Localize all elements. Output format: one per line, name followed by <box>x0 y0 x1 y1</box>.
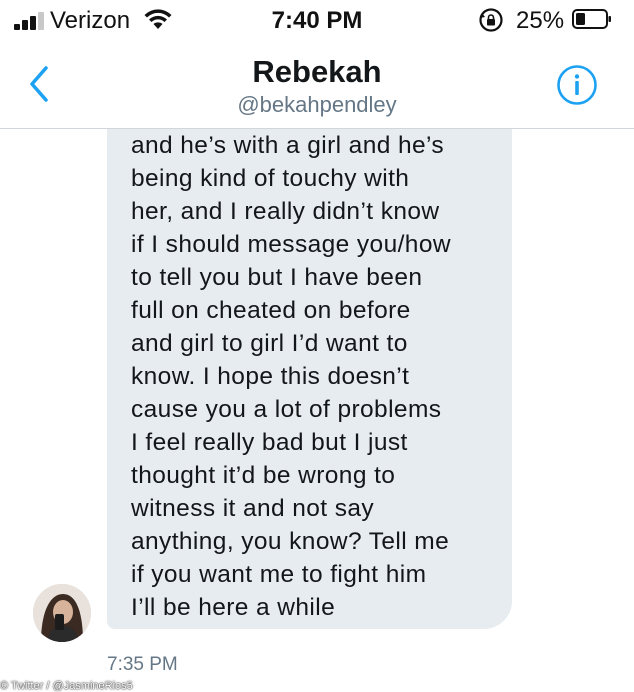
battery-icon <box>572 9 611 29</box>
message-thread[interactable]: and he’s with a girl and he’s being kind… <box>0 129 634 692</box>
message-timestamp: 7:35 PM <box>107 654 178 675</box>
contact-name[interactable]: Rebekah <box>0 54 634 90</box>
image-credit: © Twitter / @JasmineRios5 <box>0 680 133 692</box>
rotation-lock-icon <box>479 8 503 32</box>
message-text: and he’s with a girl and he’s being kind… <box>131 132 451 621</box>
battery-percent: 25% <box>516 7 565 34</box>
status-bar: Verizon 7:40 PM 25% <box>0 0 634 40</box>
contact-handle[interactable]: @bekahpendley <box>0 92 634 118</box>
info-icon[interactable] <box>556 64 598 106</box>
sender-avatar[interactable] <box>33 584 91 642</box>
conversation-header: Rebekah @bekahpendley <box>0 40 634 129</box>
avatar-photo-icon <box>33 584 91 642</box>
